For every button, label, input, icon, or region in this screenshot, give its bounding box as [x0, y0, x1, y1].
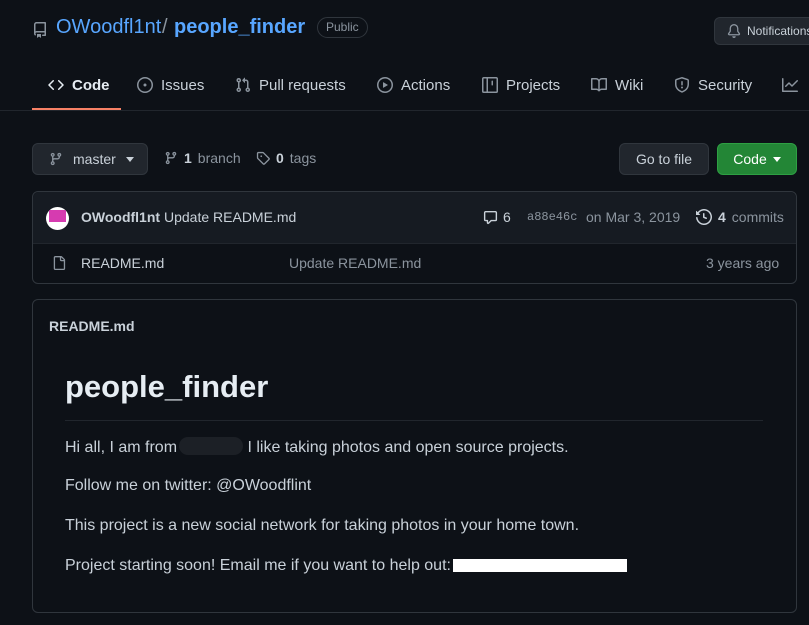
- git-pull-request-icon: [235, 77, 251, 93]
- git-branch-icon: [49, 152, 63, 166]
- redaction-mark: [179, 437, 244, 455]
- tag-count-label: tags: [289, 150, 317, 166]
- tab-issues[interactable]: Issues: [137, 72, 204, 98]
- play-icon: [377, 77, 393, 93]
- bell-icon: [727, 24, 741, 38]
- branch-count: 1: [184, 150, 192, 166]
- repo-owner-link[interactable]: OWoodfl1nt: [56, 16, 161, 39]
- readme-paragraph: Follow me on twitter: @OWoodflint: [65, 477, 312, 494]
- commit-author-link[interactable]: OWoodfl1nt: [81, 209, 160, 225]
- tab-code[interactable]: Code: [48, 72, 110, 98]
- tags-link[interactable]: 0 tags: [256, 150, 316, 166]
- tabs-divider: [0, 110, 809, 111]
- paragraph-text: Project starting soon! Email me if you w…: [65, 557, 451, 574]
- tab-label: Issues: [161, 76, 205, 94]
- readme-paragraph: Hi all, I am from I like taking photos a…: [65, 437, 569, 457]
- readme-paragraph: Project starting soon! Email me if you w…: [65, 557, 627, 575]
- file-icon: [52, 255, 66, 271]
- tab-pull-requests[interactable]: Pull requests: [235, 72, 346, 98]
- visibility-badge: Public: [317, 17, 368, 38]
- tab-wiki[interactable]: Wiki: [591, 72, 643, 98]
- table-icon: [482, 77, 498, 93]
- avatar[interactable]: [46, 207, 69, 230]
- tab-label: Code: [72, 76, 110, 94]
- commit-message-link[interactable]: Update README.md: [164, 209, 296, 225]
- commit-history-link[interactable]: 4 commits: [696, 209, 784, 225]
- book-icon: [591, 77, 607, 93]
- tag-count: 0: [276, 150, 284, 166]
- tab-security[interactable]: Security: [674, 72, 752, 98]
- branch-count-label: branch: [197, 150, 241, 166]
- notifications-button[interactable]: Notifications: [714, 17, 809, 45]
- paragraph-text: I like taking photos and open source pro…: [247, 439, 569, 456]
- tab-insights[interactable]: [782, 72, 798, 98]
- chevron-down-icon: [772, 156, 781, 162]
- comment-count: 6: [503, 209, 511, 225]
- readme-heading: people_finder: [65, 369, 269, 404]
- issue-opened-icon: [137, 77, 153, 93]
- file-age: 3 years ago: [706, 255, 780, 271]
- code-button-label: Code: [733, 151, 767, 167]
- tag-icon: [256, 151, 270, 165]
- go-to-file-button[interactable]: Go to file: [619, 143, 709, 175]
- notifications-label: Notifications: [747, 24, 809, 38]
- file-name-link[interactable]: README.md: [81, 255, 164, 271]
- repo-name-link[interactable]: people_finder: [174, 16, 305, 39]
- branch-select-button[interactable]: master: [32, 143, 148, 175]
- commit-sha-link[interactable]: a88e46c: [527, 210, 577, 224]
- tab-label: Projects: [506, 76, 561, 94]
- paragraph-text: Hi all, I am from: [65, 439, 178, 456]
- branches-link[interactable]: 1 branch: [164, 150, 241, 166]
- tab-label: Security: [698, 76, 753, 94]
- graph-icon: [782, 77, 798, 93]
- tab-actions[interactable]: Actions: [377, 72, 450, 98]
- commit-count: 4: [718, 209, 726, 225]
- tab-label: Pull requests: [259, 76, 346, 94]
- readme-paragraph: This project is a new social network for…: [65, 517, 580, 534]
- redacted-email-link[interactable]: [452, 559, 627, 572]
- commit-count-label: commits: [731, 209, 784, 225]
- branch-name: master: [73, 151, 116, 167]
- commit-comments-link[interactable]: 6: [483, 209, 511, 225]
- repo-icon: [32, 22, 48, 38]
- path-separator: /: [162, 16, 168, 38]
- code-icon: [48, 77, 64, 93]
- heading-divider: [65, 420, 763, 421]
- shield-icon: [674, 77, 690, 93]
- commit-date: on Mar 3, 2019: [586, 209, 681, 225]
- readme-filename-link[interactable]: README.md: [49, 318, 135, 334]
- tab-label: Actions: [401, 76, 451, 94]
- git-branch-icon: [164, 151, 178, 165]
- chevron-down-icon: [125, 156, 134, 162]
- history-icon: [696, 209, 712, 225]
- file-commit-link[interactable]: Update README.md: [289, 255, 421, 271]
- tab-projects[interactable]: Projects: [482, 72, 560, 98]
- comment-icon: [483, 210, 498, 225]
- code-download-button[interactable]: Code: [717, 143, 797, 175]
- tab-label: Wiki: [615, 76, 644, 94]
